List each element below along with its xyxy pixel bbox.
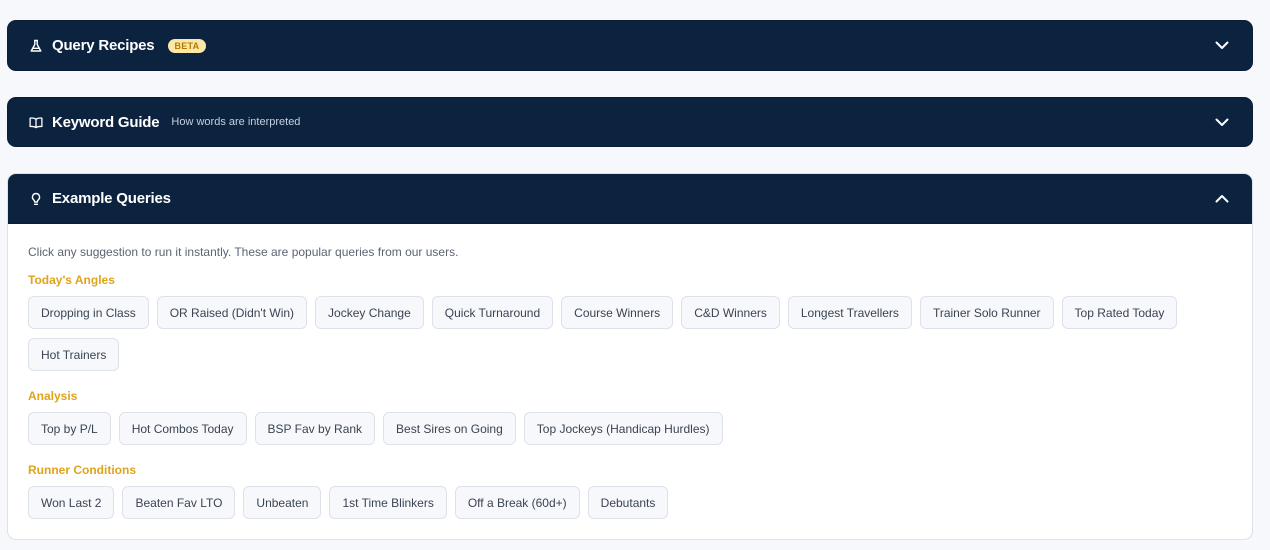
keyword-guide-header[interactable]: Keyword Guide How words are interpreted — [7, 97, 1253, 147]
suggestion-chip[interactable]: Best Sires on Going — [383, 412, 516, 445]
book-icon — [29, 115, 43, 129]
suggestion-chip[interactable]: Top by P/L — [28, 412, 111, 445]
suggestion-chip[interactable]: Top Rated Today — [1061, 296, 1178, 329]
suggestion-chip[interactable]: OR Raised (Didn't Win) — [156, 296, 308, 329]
example-queries-header[interactable]: Example Queries — [8, 174, 1252, 224]
chevron-down-icon[interactable] — [1214, 114, 1230, 130]
suggestion-chip[interactable]: Off a Break (60d+) — [454, 486, 580, 519]
suggestion-chip[interactable]: Unbeaten — [243, 486, 322, 519]
chip-group: Won Last 2 Beaten Fav LTO Unbeaten 1st Time… — [28, 486, 1228, 519]
example-queries-card: Example Queries Click any suggestion to … — [7, 173, 1253, 540]
suggestion-chip[interactable]: Longest Travellers — [787, 296, 912, 329]
lightbulb-icon — [29, 192, 43, 206]
suggestion-chip[interactable]: Course Winners — [561, 296, 674, 329]
suggestion-chip[interactable]: Beaten Fav LTO — [122, 486, 236, 519]
suggestion-chip[interactable]: Trainer Solo Runner — [919, 296, 1054, 329]
suggestion-chip[interactable]: C&D Winners — [681, 296, 780, 329]
panel-title: Query Recipes — [52, 37, 155, 54]
panel-title: Example Queries — [52, 190, 171, 207]
suggestion-chip[interactable]: Jockey Change — [315, 296, 424, 329]
suggestion-chip[interactable]: 1st Time Blinkers — [329, 486, 447, 519]
panel-title: Keyword Guide — [52, 113, 160, 131]
suggestion-chip[interactable]: Hot Combos Today — [118, 412, 247, 445]
suggestion-chip[interactable]: Hot Trainers — [28, 338, 120, 371]
chip-group: Dropping in Class OR Raised (Didn't Win) J… — [28, 296, 1228, 371]
section-label: Analysis — [28, 389, 78, 403]
suggestion-chip[interactable]: Quick Turnaround — [431, 296, 554, 329]
chevron-down-icon[interactable] — [1214, 38, 1230, 54]
section-label: Today's Angles — [28, 273, 115, 287]
suggestion-chip[interactable]: Top Jockeys (Handicap Hurdles) — [523, 412, 723, 445]
flask-icon — [29, 39, 43, 53]
suggestion-chip[interactable]: Won Last 2 — [28, 486, 115, 519]
query-recipes-header[interactable]: Query Recipes BETA — [7, 20, 1253, 71]
chip-group: Top by P/L Hot Combos Today BSP Fav by Ran… — [28, 412, 1228, 445]
suggestion-chip[interactable]: Debutants — [587, 486, 669, 519]
beta-badge: BETA — [168, 38, 206, 53]
suggestion-chip[interactable]: Dropping in Class — [28, 296, 149, 329]
suggestion-chip[interactable]: BSP Fav by Rank — [254, 412, 376, 445]
chevron-up-icon[interactable] — [1214, 191, 1230, 207]
panel-subtitle: How words are interpreted — [171, 116, 301, 128]
intro-text: Click any suggestion to run it instantly… — [28, 245, 459, 259]
section-label: Runner Conditions — [28, 463, 136, 477]
